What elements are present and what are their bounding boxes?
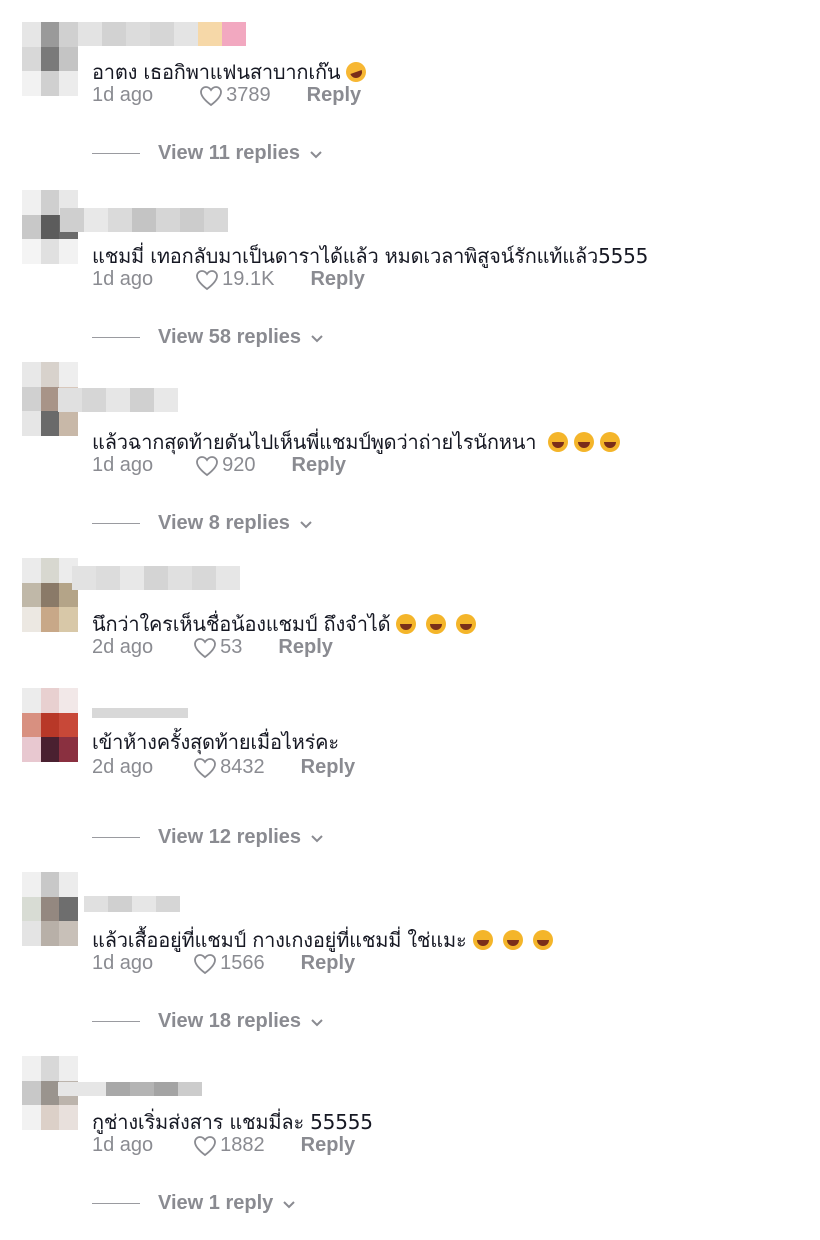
like-count: 53 <box>220 636 243 658</box>
view-replies-label: View 11 replies <box>158 142 300 164</box>
reply-button[interactable]: Reply <box>307 84 361 107</box>
divider <box>92 1202 140 1205</box>
joy-emoji-icon <box>600 432 621 452</box>
like-button[interactable]: 53 <box>193 636 242 659</box>
sweat-smile-emoji-icon <box>502 930 523 950</box>
reply-button[interactable]: Reply <box>278 636 332 659</box>
comment-time: 1d ago <box>92 1134 154 1156</box>
chevron-down-icon <box>310 150 322 158</box>
divider <box>92 836 140 839</box>
chevron-down-icon <box>311 834 323 842</box>
like-button[interactable]: 19.1K <box>195 268 274 291</box>
comment-time: 1d ago <box>92 84 154 106</box>
username-blurred[interactable] <box>58 388 178 412</box>
avatar[interactable] <box>22 688 78 762</box>
chevron-down-icon <box>311 334 323 342</box>
view-replies-label: View 18 replies <box>158 1010 302 1032</box>
heart-outline-icon <box>200 85 223 106</box>
like-count: 19.1K <box>222 268 275 290</box>
comment-time: 1d ago <box>92 268 154 290</box>
username-blurred[interactable] <box>92 708 188 718</box>
reply-button[interactable]: Reply <box>301 756 355 779</box>
username-blurred[interactable] <box>60 208 228 232</box>
view-replies-button[interactable]: View 1 reply <box>92 1192 297 1215</box>
like-button[interactable]: 3789 <box>199 84 271 107</box>
username-blurred[interactable] <box>78 22 246 46</box>
comment-time: 2d ago <box>92 636 154 658</box>
like-count: 920 <box>222 454 256 476</box>
like-button[interactable]: 8432 <box>193 756 265 779</box>
divider <box>92 522 140 525</box>
like-button[interactable]: 1882 <box>193 1134 265 1157</box>
like-button[interactable]: 1566 <box>193 952 265 975</box>
like-count: 1882 <box>220 1134 265 1156</box>
comment-text: เข้าห้างครั้งสุดท้ายเมื่อไหร่คะ <box>92 730 339 754</box>
divider <box>92 336 140 339</box>
joy-emoji-icon <box>574 432 595 452</box>
reply-button[interactable]: Reply <box>292 454 346 477</box>
view-replies-label: View 1 reply <box>158 1192 274 1214</box>
username-blurred[interactable] <box>72 566 240 590</box>
username-blurred[interactable] <box>58 1082 202 1096</box>
comment-time: 1d ago <box>92 454 154 476</box>
chevron-down-icon <box>300 520 312 528</box>
heart-outline-icon <box>194 1135 217 1156</box>
view-replies-label: View 8 replies <box>158 512 290 534</box>
view-replies-button[interactable]: View 58 replies <box>92 326 325 349</box>
reply-button[interactable]: Reply <box>310 268 364 291</box>
like-count: 8432 <box>220 756 265 778</box>
sweat-smile-emoji-icon <box>426 614 447 634</box>
divider <box>92 1020 140 1023</box>
heart-outline-icon <box>194 953 217 974</box>
reply-button[interactable]: Reply <box>301 952 355 975</box>
view-replies-button[interactable]: View 8 replies <box>92 512 314 535</box>
heart-outline-icon <box>194 757 217 778</box>
chevron-down-icon <box>311 1018 323 1026</box>
heart-outline-icon <box>196 269 219 290</box>
avatar[interactable] <box>22 558 78 632</box>
sweat-smile-emoji-icon <box>532 930 553 950</box>
view-replies-label: View 12 replies <box>158 826 302 848</box>
sweat-smile-emoji-icon <box>456 614 477 634</box>
reply-button[interactable]: Reply <box>301 1134 355 1157</box>
like-count: 1566 <box>220 952 265 974</box>
sweat-smile-emoji-icon <box>472 930 493 950</box>
like-count: 3789 <box>226 84 271 106</box>
chevron-down-icon <box>283 1200 295 1208</box>
comment-time: 2d ago <box>92 756 154 778</box>
avatar[interactable] <box>22 22 78 96</box>
username-blurred[interactable] <box>84 896 180 912</box>
heart-outline-icon <box>194 637 217 658</box>
comment-time: 1d ago <box>92 952 154 974</box>
rofl-emoji-icon <box>343 59 370 85</box>
like-button[interactable]: 920 <box>195 454 256 477</box>
view-replies-label: View 58 replies <box>158 326 302 348</box>
avatar[interactable] <box>22 872 78 946</box>
joy-emoji-icon <box>548 432 569 452</box>
view-replies-button[interactable]: View 11 replies <box>92 142 324 165</box>
view-replies-button[interactable]: View 12 replies <box>92 826 325 849</box>
divider <box>92 152 140 155</box>
heart-outline-icon <box>196 455 219 476</box>
view-replies-button[interactable]: View 18 replies <box>92 1010 325 1033</box>
sweat-smile-emoji-icon <box>396 614 417 634</box>
